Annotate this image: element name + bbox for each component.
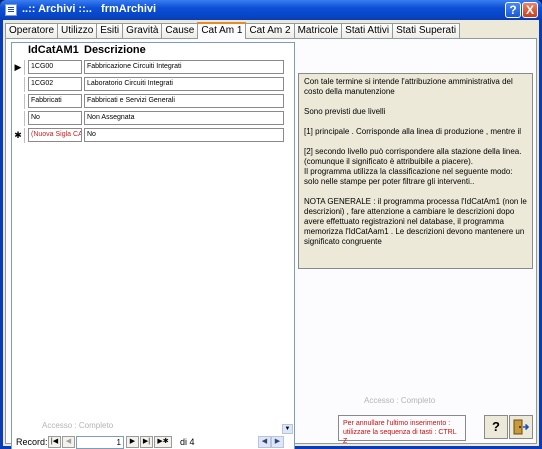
- tab-operatore[interactable]: Operatore: [5, 23, 59, 39]
- current-record-icon[interactable]: ▶: [12, 60, 25, 75]
- scroll-down-icon[interactable]: ▼: [282, 424, 293, 434]
- door-exit-icon: [513, 419, 530, 435]
- form-access-label: Accesso : Completo: [364, 396, 436, 405]
- undo-hint-box: Per annullare l'ultimo inserimento : uti…: [338, 415, 466, 445]
- cell-descrizione[interactable]: Fabbricati e Servizi Generali: [84, 94, 284, 108]
- cell-id[interactable]: (Nuova Sigla CAT): [28, 128, 82, 142]
- cell-descrizione[interactable]: Non Assegnata: [84, 111, 284, 125]
- record-navigator: Record: |◀ ◀ 1 ▶ ▶| ▶✱ di 4 ◀ ▶: [14, 434, 292, 449]
- cell-id[interactable]: Fabbricati: [28, 94, 82, 108]
- header-idcatam1[interactable]: IdCatAM1: [28, 44, 79, 56]
- tab-utilizzo[interactable]: Utilizzo: [57, 23, 98, 39]
- tab-strip: Operatore Utilizzo Esiti Gravità Cause C…: [5, 22, 461, 39]
- cell-descrizione[interactable]: Laboratorio Circuiti Integrati: [84, 77, 284, 91]
- info-paragraph: [1] principale . Corrisponde alla linea …: [304, 127, 522, 136]
- scroll-right-icon[interactable]: ▶: [271, 436, 284, 448]
- horizontal-scrollbar[interactable]: ◀ ▶: [258, 436, 290, 449]
- info-text-box: Con tale termine si intende l'attribuzio…: [298, 73, 533, 269]
- tab-gravita[interactable]: Gravità: [122, 23, 163, 39]
- table-row[interactable]: ▶ 1CG00 Fabbricazione Circuiti Integrati: [12, 60, 286, 75]
- info-paragraph: Il programma utilizza la classificazione…: [304, 167, 513, 186]
- tab-cause[interactable]: Cause: [161, 23, 199, 39]
- info-paragraph: Con tale termine si intende l'attribuzio…: [304, 77, 513, 96]
- undo-hint-line: utilizzare la sequenza di tasti : CTRL Z: [343, 429, 457, 445]
- title-bar[interactable]: ..:: Archivi ::.. frmArchivi ? X: [0, 0, 542, 20]
- new-record-row[interactable]: ✱ (Nuova Sigla CAT) No: [12, 128, 286, 143]
- form-client-area: Operatore Utilizzo Esiti Gravità Cause C…: [3, 20, 539, 449]
- prev-record-button[interactable]: ◀: [62, 436, 75, 448]
- datasheet-grid: IdCatAM1 Descrizione ▶ 1CG00 Fabbricazio…: [11, 42, 295, 449]
- help-button[interactable]: ?: [505, 2, 521, 18]
- first-record-button[interactable]: |◀: [48, 436, 61, 448]
- app-window: ..:: Archivi ::.. frmArchivi ? X Operato…: [0, 0, 542, 449]
- row-selector[interactable]: [12, 77, 25, 92]
- help-question-button[interactable]: ?: [484, 415, 508, 439]
- close-button[interactable]: X: [522, 2, 538, 18]
- tab-stati-attivi[interactable]: Stati Attivi: [341, 23, 394, 39]
- cell-descrizione[interactable]: No: [84, 128, 284, 142]
- tab-cat-am-1[interactable]: Cat Am 1: [197, 22, 247, 39]
- next-record-button[interactable]: ▶: [126, 436, 139, 448]
- last-record-button[interactable]: ▶|: [140, 436, 153, 448]
- form-icon: [5, 4, 17, 16]
- header-descrizione[interactable]: Descrizione: [84, 44, 146, 56]
- record-count: di 4: [180, 437, 195, 447]
- grid-access-label: Accesso : Completo: [42, 421, 114, 430]
- record-number-input[interactable]: 1: [76, 436, 124, 449]
- tab-matricole[interactable]: Matricole: [293, 23, 343, 39]
- row-selector[interactable]: [12, 94, 25, 109]
- tab-esiti[interactable]: Esiti: [96, 23, 124, 39]
- table-row[interactable]: No Non Assegnata: [12, 111, 286, 126]
- tab-cat-am-2[interactable]: Cat Am 2: [245, 23, 295, 39]
- grid-header: IdCatAM1 Descrizione: [12, 43, 294, 58]
- info-paragraph: NOTA GENERALE : il programma processa l'…: [304, 197, 527, 246]
- record-label: Record:: [16, 437, 48, 447]
- new-record-icon[interactable]: ✱: [12, 128, 25, 143]
- cell-id[interactable]: No: [28, 111, 82, 125]
- exit-door-icon[interactable]: [509, 415, 533, 439]
- info-paragraph: Sono previsti due livelli: [304, 107, 386, 116]
- cell-id[interactable]: 1CG02: [28, 77, 82, 91]
- info-paragraph: [2] secondo livello può corrispondere al…: [304, 147, 522, 166]
- scroll-left-icon[interactable]: ◀: [258, 436, 271, 448]
- table-row[interactable]: 1CG02 Laboratorio Circuiti Integrati: [12, 77, 286, 92]
- undo-hint-line: Per annullare l'ultimo inserimento :: [343, 420, 451, 427]
- cell-descrizione[interactable]: Fabbricazione Circuiti Integrati: [84, 60, 284, 74]
- table-row[interactable]: Fabbricati Fabbricati e Servizi Generali: [12, 94, 286, 109]
- tab-panel: IdCatAM1 Descrizione ▶ 1CG00 Fabbricazio…: [5, 38, 537, 449]
- cell-id[interactable]: 1CG00: [28, 60, 82, 74]
- window-title: ..:: Archivi ::.. frmArchivi: [22, 3, 157, 15]
- row-selector[interactable]: [12, 111, 25, 126]
- new-record-button[interactable]: ▶✱: [154, 436, 172, 448]
- tab-stati-superati[interactable]: Stati Superati: [392, 23, 461, 39]
